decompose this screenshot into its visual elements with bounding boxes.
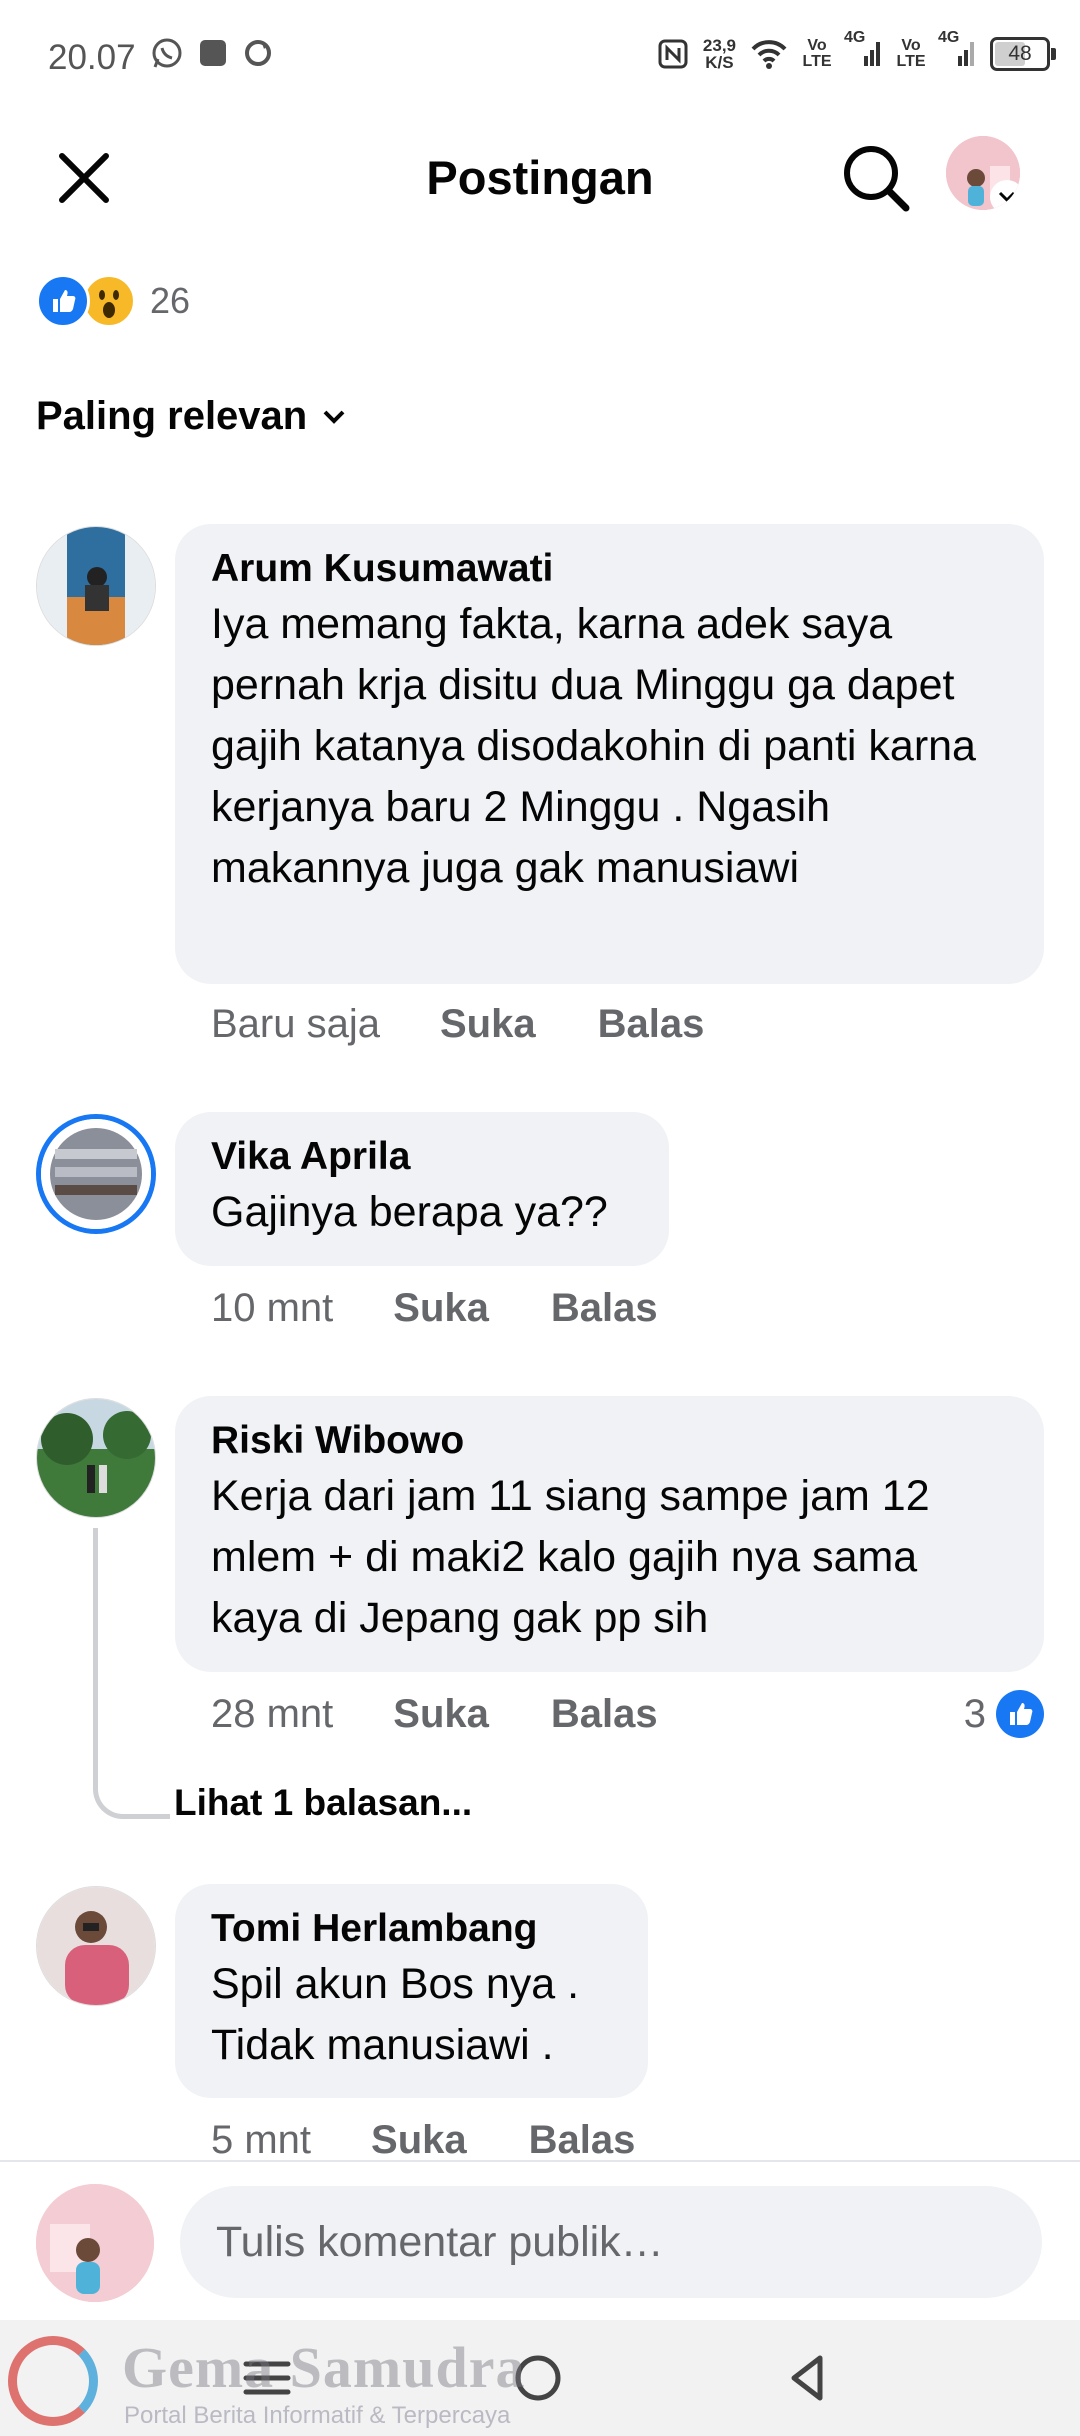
like-count-value: 3 — [963, 1691, 986, 1736]
like-button[interactable]: Suka — [393, 1286, 489, 1331]
comment-author[interactable]: Arum Kusumawati — [211, 544, 1008, 594]
comment-author[interactable]: Riski Wibowo — [211, 1416, 1008, 1466]
page-title: Postingan — [426, 151, 654, 204]
comment-like-count[interactable]: 3 — [964, 1690, 1044, 1738]
signal-1-icon: 4G — [844, 30, 882, 73]
reply-button[interactable]: Balas — [598, 1002, 705, 1047]
profile-menu-button[interactable] — [946, 136, 1020, 210]
reaction-count: 26 — [150, 280, 191, 321]
search-icon — [844, 146, 910, 212]
comment-input[interactable]: Tulis komentar publik… — [180, 2186, 1042, 2298]
current-user-avatar — [36, 2184, 154, 2302]
reply-button[interactable]: Balas — [551, 1286, 658, 1331]
comment-time[interactable]: 5 mnt — [211, 2118, 311, 2163]
volte-2-label: Vo LTE — [896, 36, 926, 70]
status-notification-icons — [150, 36, 274, 70]
whatsapp-icon — [152, 38, 182, 68]
commenter-avatar[interactable] — [36, 1114, 156, 1234]
comment-bubble[interactable]: Tomi Herlambang Spil akun Bos nya . Tida… — [175, 1884, 648, 2098]
avatar-photo — [36, 2184, 154, 2302]
comment-composer: Tulis komentar publik… — [0, 2160, 1080, 2322]
signal-2-icon: 4G — [938, 30, 976, 73]
status-bar: 20.07 23,9 K/S Vo LTE 4G Vo LTE 4G 48 — [0, 0, 1080, 110]
chevron-down-icon — [990, 180, 1020, 210]
battery-indicator: 48 — [990, 36, 1056, 71]
reaction-summary[interactable]: 26 — [36, 274, 190, 328]
system-navigation-bar — [0, 2320, 1080, 2436]
home-circle-icon — [515, 2355, 561, 2401]
comment-text: Gajinya berapa ya?? — [211, 1188, 608, 1236]
comment-author[interactable]: Tomi Herlambang — [211, 1904, 612, 1954]
avatar-photo — [37, 1887, 155, 2005]
like-button[interactable]: Suka — [371, 2118, 467, 2163]
view-replies-link[interactable]: Lihat 1 balasan... — [174, 1782, 472, 1824]
reply-button[interactable]: Balas — [529, 2118, 636, 2163]
commenter-avatar[interactable] — [36, 1398, 156, 1518]
status-system-icons: 23,9 K/S Vo LTE 4G Vo LTE 4G 48 — [657, 30, 1056, 73]
back-triangle-icon — [791, 2355, 823, 2401]
menu-icon — [243, 2361, 291, 2395]
status-time: 20.07 — [48, 38, 136, 77]
app-square-icon — [200, 40, 226, 66]
post-header: Postingan — [0, 110, 1080, 240]
commenter-avatar[interactable] — [36, 1886, 156, 2006]
chevron-down-icon — [323, 410, 345, 424]
net-speed: 23,9 K/S — [702, 35, 736, 72]
comment-time[interactable]: Baru saja — [211, 1002, 380, 1047]
comment-bubble[interactable]: Riski Wibowo Kerja dari jam 11 siang sam… — [175, 1396, 1044, 1672]
like-reaction-icon — [36, 274, 90, 328]
comment-actions: 5 mnt Suka Balas — [211, 2118, 697, 2163]
comment-actions: 10 mnt Suka Balas — [211, 1286, 720, 1331]
avatar-photo — [41, 1119, 151, 1229]
reply-thread-line — [93, 1528, 170, 1819]
commenter-avatar[interactable] — [36, 526, 156, 646]
comment-time[interactable]: 28 mnt — [211, 1692, 333, 1737]
comment-bubble[interactable]: Arum Kusumawati Iya memang fakta, karna … — [175, 524, 1044, 984]
like-button[interactable]: Suka — [440, 1002, 536, 1047]
back-button[interactable] — [776, 2346, 840, 2410]
comment-actions: 28 mnt Suka Balas — [211, 1692, 720, 1737]
comment-text: Kerja dari jam 11 siang sampe jam 12 mle… — [211, 1472, 930, 1642]
sync-icon — [245, 40, 271, 66]
comment-text: Spil akun Bos nya . Tidak manusiawi . — [211, 1960, 580, 2069]
wifi-icon — [751, 39, 787, 69]
comment-actions: Baru saja Suka Balas — [211, 1002, 766, 1047]
volte-1-label: Vo LTE — [802, 36, 832, 70]
wow-reaction-icon — [82, 274, 136, 328]
comment-time[interactable]: 10 mnt — [211, 1286, 333, 1331]
search-button[interactable] — [838, 140, 914, 216]
comment-text: Iya memang fakta, karna adek saya pernah… — [211, 600, 976, 892]
like-reaction-icon — [996, 1690, 1044, 1738]
avatar-photo — [37, 527, 155, 645]
reply-button[interactable]: Balas — [551, 1692, 658, 1737]
avatar-photo — [37, 1399, 155, 1517]
comment-sort-dropdown[interactable]: Paling relevan — [36, 394, 347, 439]
recent-apps-button[interactable] — [232, 2350, 302, 2406]
like-button[interactable]: Suka — [393, 1692, 489, 1737]
comment-bubble[interactable]: Vika Aprila Gajinya berapa ya?? — [175, 1112, 669, 1266]
sort-label: Paling relevan — [36, 394, 308, 438]
nfc-icon — [658, 39, 688, 68]
home-button[interactable] — [506, 2346, 570, 2410]
comment-author[interactable]: Vika Aprila — [211, 1132, 633, 1182]
